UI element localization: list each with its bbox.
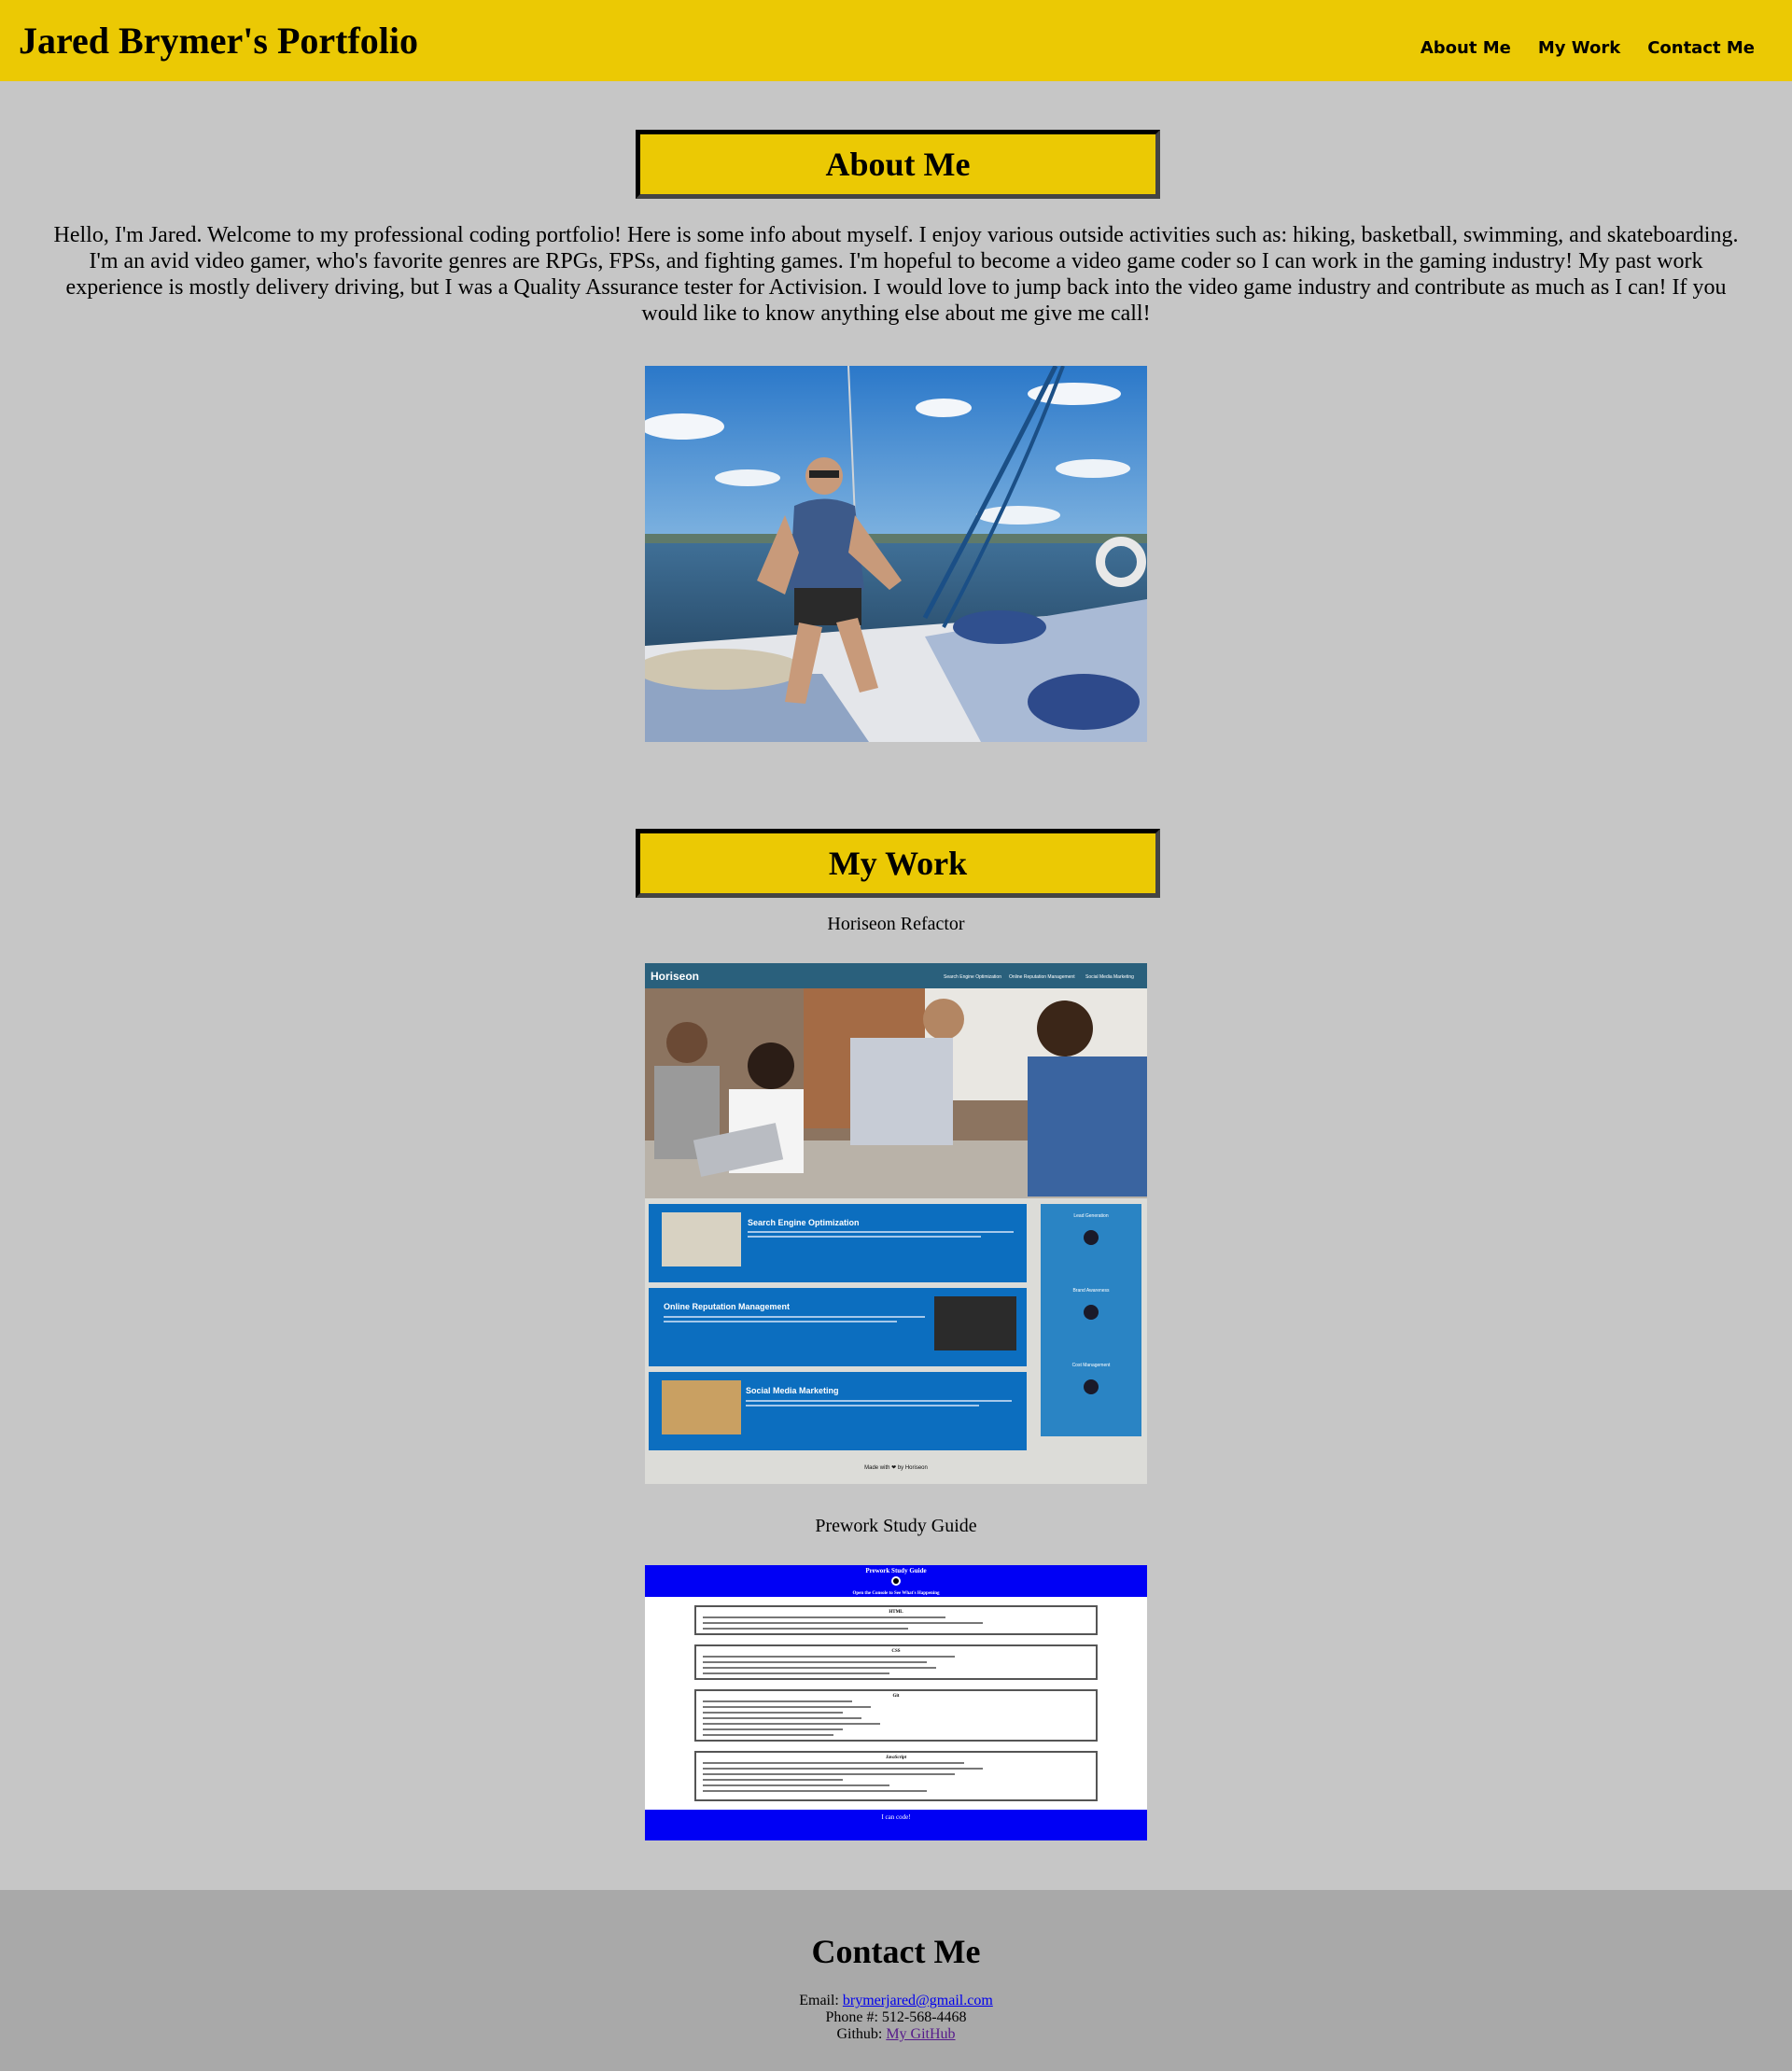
prework-preview-title: Prework Study Guide	[865, 1567, 926, 1574]
horiseon-benefit-1: Lead Generation	[1073, 1213, 1108, 1219]
nav-contact-me[interactable]: Contact Me	[1647, 35, 1755, 62]
prework-topic-git: Git	[893, 1694, 900, 1699]
horiseon-screenshot[interactable]: Horiseon Search Engine Optimization Onli…	[645, 963, 1147, 1484]
email-label: Email:	[799, 1993, 839, 2008]
horiseon-benefit-2: Brand Awareness	[1072, 1288, 1110, 1294]
prework-preview-subtitle: Open the Console to See What's Happening	[853, 1591, 940, 1596]
email-link[interactable]: brymerjared@gmail.com	[843, 1993, 993, 2008]
prework-preview-footer: I can code!	[881, 1813, 910, 1821]
profile-photo	[645, 366, 1147, 742]
project-title-horiseon: Horiseon Refactor	[827, 914, 965, 934]
about-text: Hello, I'm Jared. Welcome to my professi…	[53, 223, 1739, 326]
work-heading-box: My Work	[636, 829, 1160, 898]
horiseon-card-1: Search Engine Optimization	[748, 1218, 860, 1227]
contact-footer: Contact Me Email: brymerjared@gmail.com …	[0, 1890, 1792, 2071]
contact-phone-line: Phone #: 512-568-4468	[0, 2009, 1792, 2026]
phone-number: 512-568-4468	[881, 2009, 967, 2025]
horiseon-nav-1: Search Engine Optimization	[944, 974, 1001, 980]
work-heading: My Work	[828, 845, 968, 882]
horiseon-nav-3: Social Media Marketing	[1085, 974, 1134, 980]
horiseon-brand: Horiseon	[651, 970, 699, 983]
horiseon-card-2: Online Reputation Management	[664, 1302, 790, 1311]
prework-topic-html: HTML	[889, 1610, 903, 1615]
prework-topic-css: CSS	[891, 1649, 900, 1654]
horiseon-card-3: Social Media Marketing	[746, 1386, 839, 1395]
contact-heading: Contact Me	[811, 1933, 981, 1970]
contact-github-line: Github: My GitHub	[0, 2026, 1792, 2043]
nav-my-work[interactable]: My Work	[1538, 35, 1620, 62]
contact-details: Email: brymerjared@gmail.com Phone #: 51…	[0, 1993, 1792, 2043]
phone-label: Phone #:	[825, 2009, 878, 2025]
github-label: Github:	[836, 2026, 883, 2042]
github-link[interactable]: My GitHub	[886, 2026, 955, 2042]
prework-screenshot[interactable]: Prework Study Guide Open the Console to …	[645, 1565, 1147, 1840]
site-title: Jared Brymer's Portfolio	[19, 20, 419, 62]
contact-email-line: Email: brymerjared@gmail.com	[0, 1993, 1792, 2009]
prework-topic-js: JavaScript	[885, 1756, 907, 1760]
nav-about-me[interactable]: About Me	[1421, 35, 1511, 62]
about-heading: About Me	[825, 146, 971, 183]
horiseon-benefit-3: Cost Management	[1072, 1363, 1111, 1368]
project-title-prework: Prework Study Guide	[815, 1516, 977, 1536]
site-header: Jared Brymer's Portfolio About Me My Wor…	[0, 0, 1792, 81]
horiseon-footer: Made with ❤ by Horiseon	[864, 1465, 928, 1471]
horiseon-nav-2: Online Reputation Management	[1009, 974, 1075, 980]
about-heading-box: About Me	[636, 130, 1160, 199]
main-nav: About Me My Work Contact Me	[1421, 35, 1755, 62]
